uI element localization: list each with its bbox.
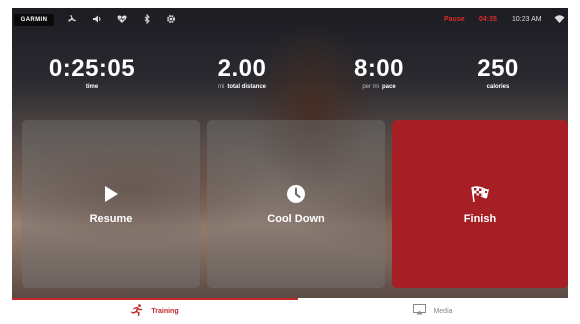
status-bar: GARMIN Pause 04:35 10:23 AM (12, 8, 568, 34)
stat-distance: 2.00 mi total distance (182, 55, 302, 91)
tab-media-label: Media (433, 307, 453, 315)
play-icon (103, 183, 119, 205)
resume-label: Resume (89, 213, 133, 225)
stat-value: 8:00 (353, 55, 405, 82)
workout-state: Pause (444, 16, 465, 23)
bluetooth-icon[interactable] (141, 13, 153, 26)
clock: 10:23 AM (512, 16, 542, 23)
finish-label: Finish (463, 213, 497, 225)
clock-icon (286, 183, 306, 205)
settings-icon[interactable] (165, 14, 177, 26)
stat-label: per mi pace (319, 84, 439, 90)
stat-unit: mi (217, 84, 225, 90)
running-icon (131, 303, 144, 319)
stat-time: 0:25:05 time (32, 55, 152, 91)
stat-label-text: total distance (227, 84, 267, 90)
heart-rate-icon[interactable] (116, 14, 128, 26)
stat-unit: per mi (362, 84, 379, 90)
stat-value: 2.00 (217, 55, 267, 82)
stat-label-text: time (85, 84, 99, 90)
stat-value: 0:25:05 (48, 55, 136, 82)
tab-training-label: Training (151, 307, 179, 315)
tab-training[interactable]: Training (12, 298, 298, 324)
stat-label: mi total distance (182, 84, 302, 90)
fan-icon[interactable] (66, 14, 78, 26)
finish-button[interactable]: Finish (392, 120, 568, 288)
stat-calories: 250 calories (438, 55, 558, 91)
volume-icon[interactable] (91, 14, 103, 26)
brand-logo: GARMIN (14, 14, 54, 26)
cool-down-label: Cool Down (267, 213, 325, 225)
screen-cast-icon (413, 304, 427, 318)
cool-down-button[interactable]: Cool Down (207, 120, 385, 288)
bottom-tab-bar: Training Media (12, 298, 568, 324)
resume-button[interactable]: Resume (22, 120, 200, 288)
checkered-flag-icon (470, 183, 490, 205)
workout-screen: GARMIN Pause 04:35 10:23 AM 0:25:05 time… (12, 8, 568, 298)
stat-pace: 8:00 per mi pace (319, 55, 439, 91)
stat-label-text: pace (381, 84, 396, 90)
tab-media[interactable]: Media (298, 298, 568, 324)
stat-label-text: calories (486, 84, 510, 90)
paused-timer: 04:35 (479, 16, 497, 23)
wifi-icon (554, 14, 565, 27)
stat-value: 250 (477, 55, 519, 82)
stat-label: time (32, 84, 152, 90)
stat-label: calories (438, 84, 558, 90)
